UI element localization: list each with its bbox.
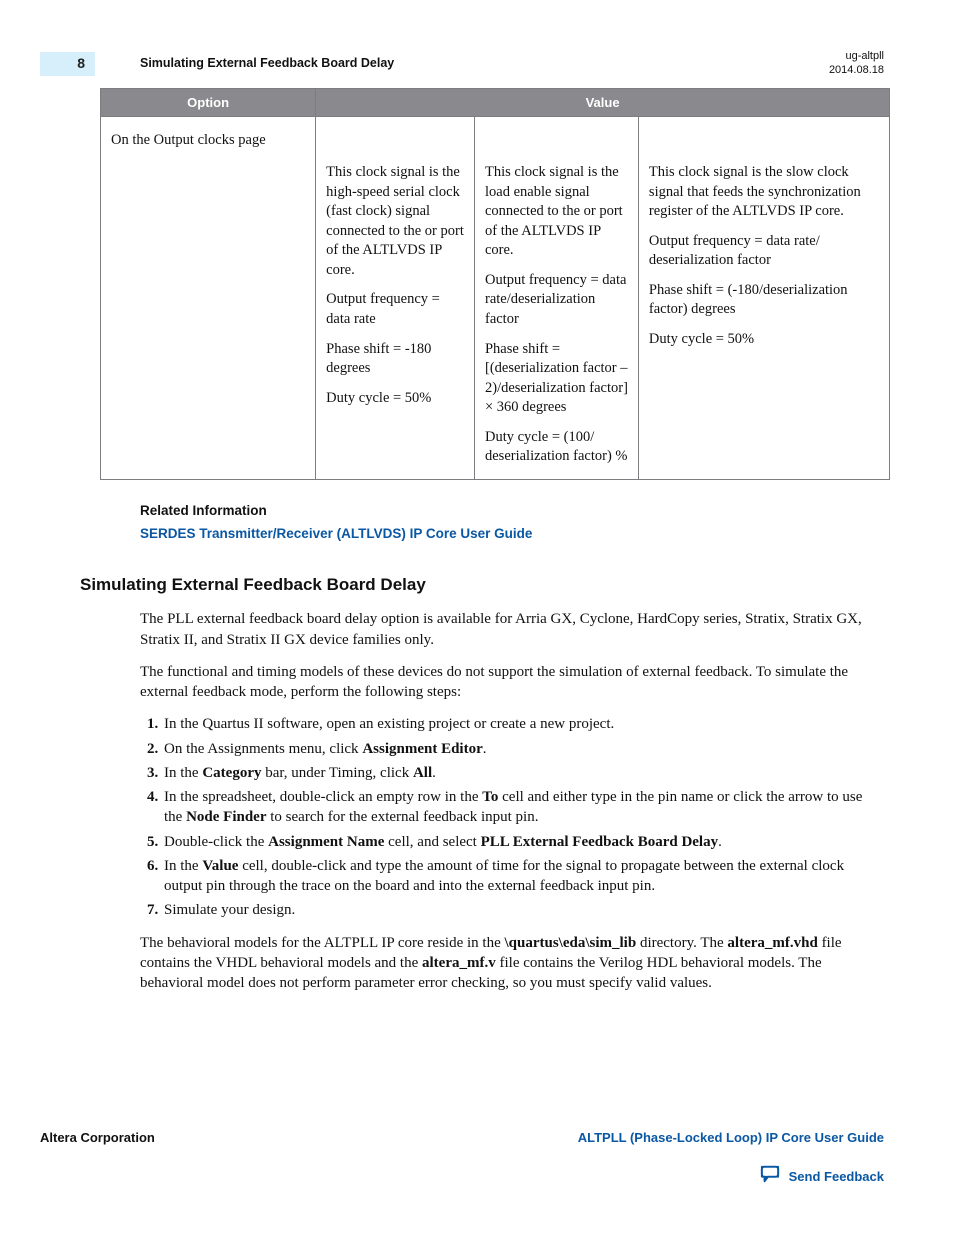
cell-text: This clock signal is the load enable sig… — [485, 163, 628, 261]
cell-value-1: This clock signal is the high-speed seri… — [316, 117, 475, 480]
doc-date: 2014.08.18 — [829, 64, 884, 78]
cell-text: Output frequency = data rate — [326, 290, 464, 329]
cell-text: This clock signal is the slow clock sign… — [649, 163, 879, 222]
send-feedback-label: Send Feedback — [789, 1168, 884, 1186]
step-item: In the Value cell, double-click and type… — [162, 856, 884, 897]
cell-text: Output frequency = data rate/ deserializ… — [649, 232, 879, 271]
cell-text: Phase shift = -180 degrees — [326, 340, 464, 379]
related-info-label: Related Information — [140, 502, 884, 520]
doc-id: ug-altpll — [829, 50, 884, 64]
document-page: 8 Simulating External Feedback Board Del… — [0, 0, 954, 1235]
section-body: The PLL external feedback board delay op… — [140, 609, 884, 993]
col-header-option: Option — [101, 88, 316, 117]
page-number-badge: 8 — [40, 52, 95, 76]
send-feedback-button[interactable]: Send Feedback — [759, 1164, 884, 1189]
cell-text: Output frequency = data rate/deserializa… — [485, 271, 628, 330]
running-header-title: Simulating External Feedback Board Delay — [140, 55, 394, 72]
chat-bubble-icon — [759, 1164, 781, 1189]
table-header-row: Option Value — [101, 88, 890, 117]
cell-value-3: This clock signal is the slow clock sign… — [638, 117, 889, 480]
step-item: In the spreadsheet, double-click an empt… — [162, 787, 884, 828]
header-meta: ug-altpll 2014.08.18 — [829, 50, 884, 78]
cell-text: Duty cycle = 50% — [649, 330, 879, 350]
step-item: In the Quartus II software, open an exis… — [162, 714, 884, 734]
col-header-value: Value — [316, 88, 890, 117]
cell-value-2: This clock signal is the load enable sig… — [474, 117, 638, 480]
step-item: Simulate your design. — [162, 900, 884, 920]
body-paragraph: The behavioral models for the ALTPLL IP … — [140, 933, 884, 994]
body-paragraph: The PLL external feedback board delay op… — [140, 609, 884, 650]
options-table: Option Value On the Output clocks page T… — [100, 88, 890, 480]
section-heading: Simulating External Feedback Board Delay — [80, 574, 884, 597]
steps-list: In the Quartus II software, open an exis… — [140, 714, 884, 920]
related-info-link[interactable]: SERDES Transmitter/Receiver (ALTLVDS) IP… — [140, 526, 532, 541]
step-item: On the Assignments menu, click Assignmen… — [162, 739, 884, 759]
page-footer: Altera Corporation ALTPLL (Phase-Locked … — [40, 1129, 884, 1147]
step-item: In the Category bar, under Timing, click… — [162, 763, 884, 783]
step-item: Double-click the Assignment Name cell, a… — [162, 832, 884, 852]
footer-company: Altera Corporation — [40, 1129, 155, 1147]
cell-text: Phase shift = [(deserialization factor –… — [485, 340, 628, 418]
cell-option: On the Output clocks page — [101, 117, 316, 480]
cell-text: Duty cycle = 50% — [326, 389, 464, 409]
cell-text: Phase shift = (-180/deserializa­tion fac… — [649, 281, 879, 320]
cell-text: This clock signal is the high-speed seri… — [326, 163, 464, 280]
body-paragraph: The functional and timing models of thes… — [140, 662, 884, 703]
cell-text: Duty cycle = (100/ deserialization facto… — [485, 428, 628, 467]
footer-doc-title: ALTPLL (Phase-Locked Loop) IP Core User … — [578, 1129, 884, 1147]
related-info-block: Related Information SERDES Transmitter/R… — [140, 502, 884, 544]
table-row: On the Output clocks page This clock sig… — [101, 117, 890, 480]
page-header: 8 Simulating External Feedback Board Del… — [40, 50, 884, 78]
